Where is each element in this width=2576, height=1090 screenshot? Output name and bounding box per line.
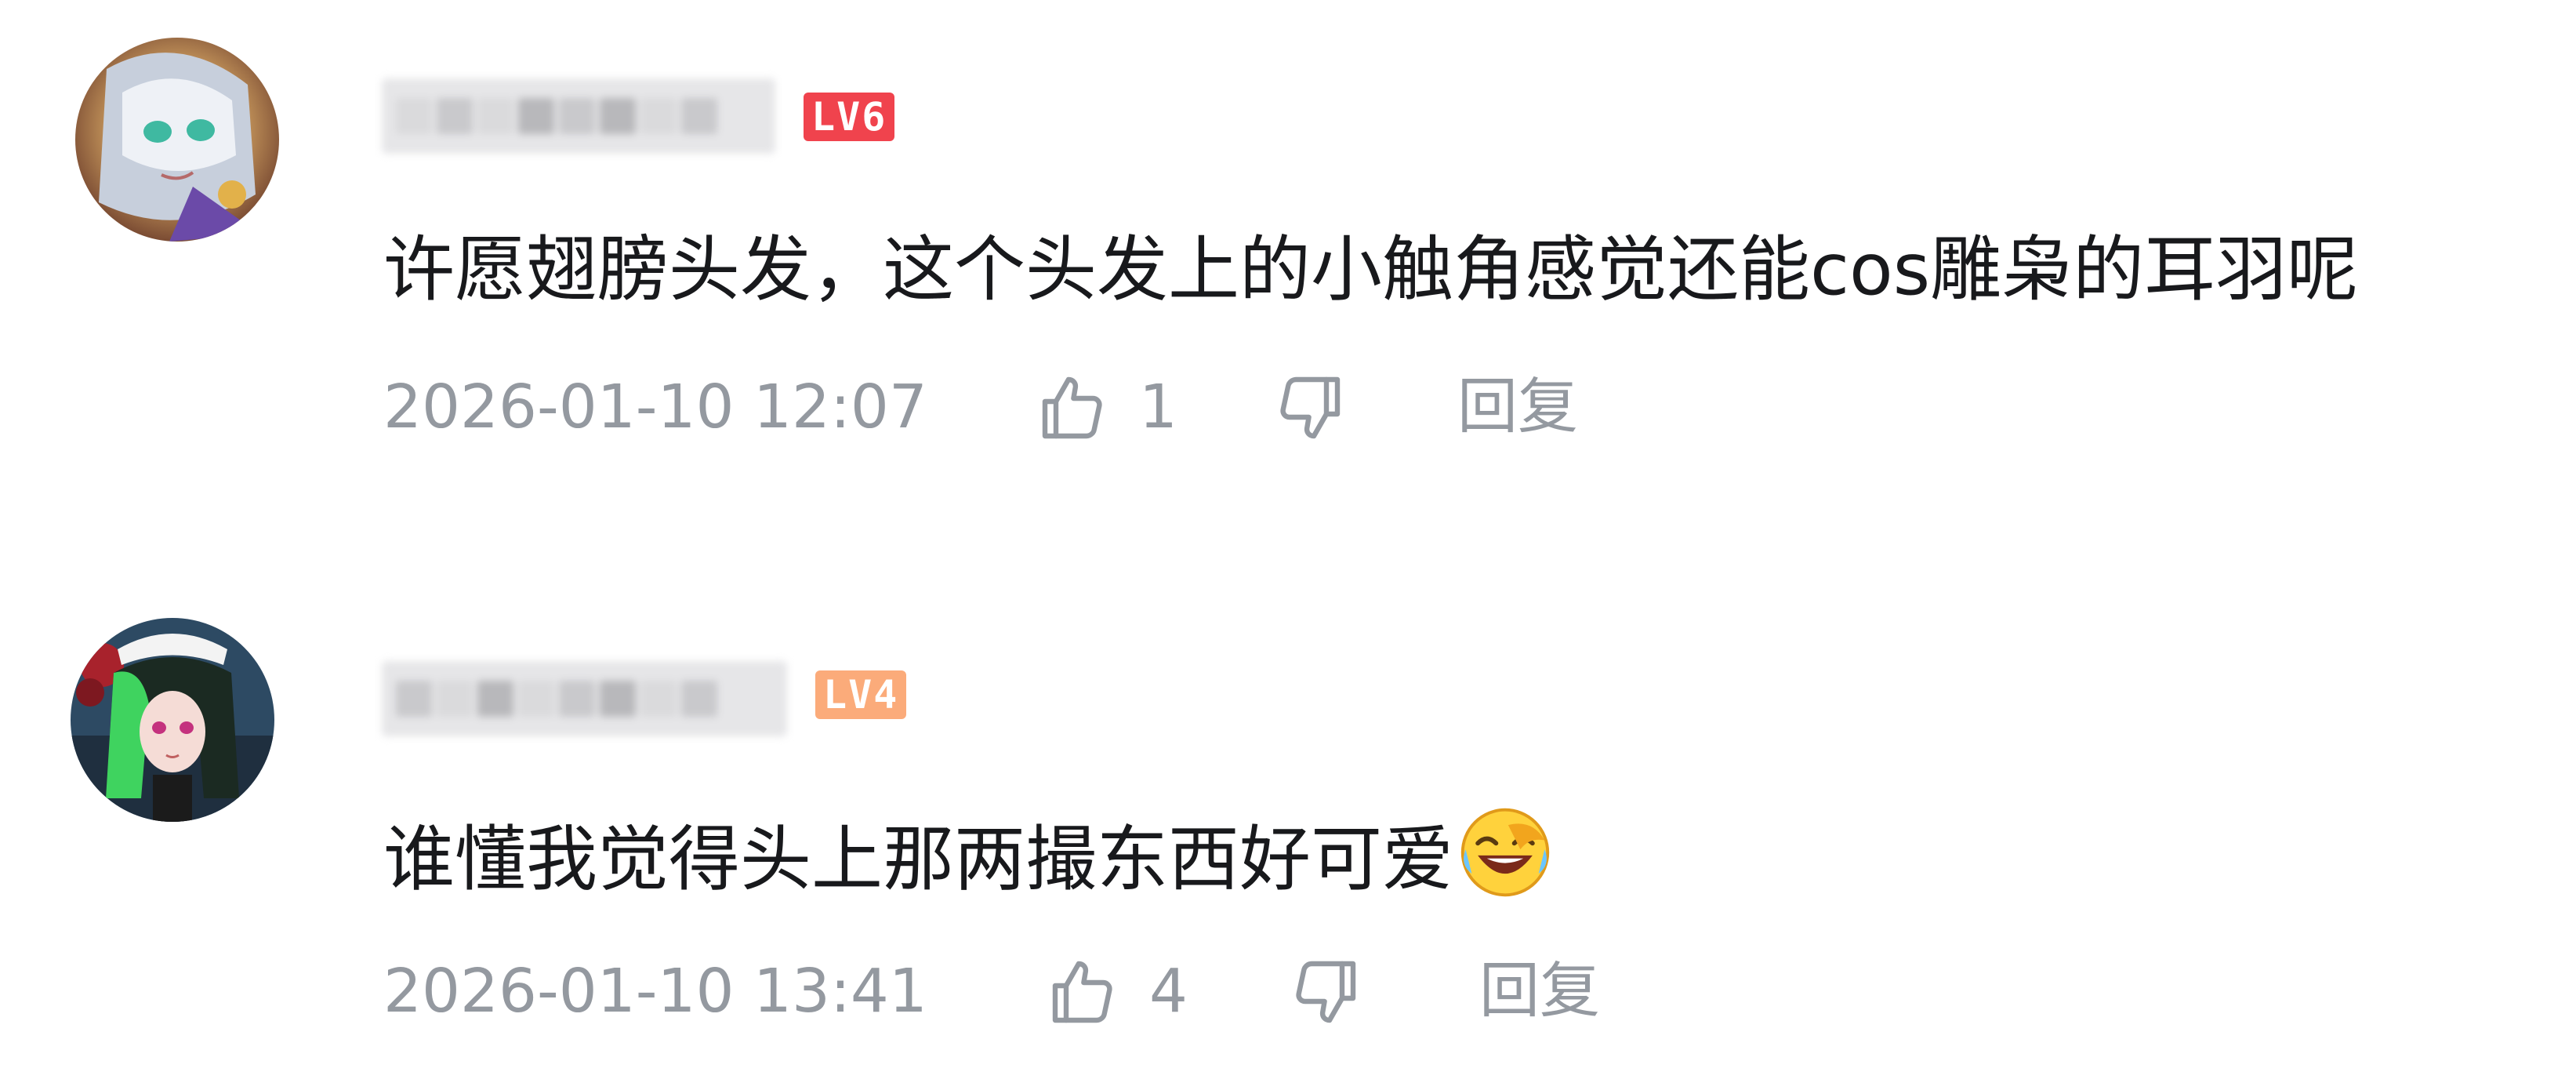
like-count: 1: [1139, 372, 1177, 442]
comment-item: LV6 许愿翅膀头发，这个头发上的小触角感觉还能cos雕枭的耳羽呢 2026-0…: [0, 0, 2576, 549]
avatar-image: [71, 618, 274, 822]
username-blurred[interactable]: [382, 661, 787, 736]
avatar[interactable]: [75, 38, 279, 242]
comment-text-content: 谁懂我觉得头上那两撮东西好可爱: [383, 819, 1454, 901]
like-count: 4: [1149, 957, 1188, 1026]
username-blurred[interactable]: [382, 78, 775, 154]
level-badge: LV6: [804, 93, 895, 141]
thumbs-down-icon[interactable]: [1273, 370, 1348, 445]
avatar-image: [75, 38, 279, 242]
thumbs-up-icon[interactable]: [1044, 954, 1119, 1030]
level-badge: LV4: [815, 670, 907, 719]
comment-text: 谁懂我觉得头上那两撮东西好可爱: [383, 804, 1554, 903]
laugh-cry-emoji-icon: [1457, 804, 1554, 901]
thumbs-down-icon[interactable]: [1289, 954, 1364, 1030]
thumbs-up-icon[interactable]: [1034, 370, 1109, 445]
avatar[interactable]: [71, 618, 274, 822]
comment-text: 许愿翅膀头发，这个头发上的小触角感觉还能cos雕枭的耳羽呢: [383, 229, 2359, 311]
comment-item: LV4 谁懂我觉得头上那两撮东西好可爱 2026-01-10 13:41 4 回…: [0, 584, 2576, 1090]
comment-date: 2026-01-10 13:41: [383, 957, 927, 1026]
reply-button[interactable]: 回复: [1457, 369, 1578, 447]
comment-date: 2026-01-10 12:07: [383, 372, 927, 442]
reply-button[interactable]: 回复: [1479, 953, 1600, 1031]
